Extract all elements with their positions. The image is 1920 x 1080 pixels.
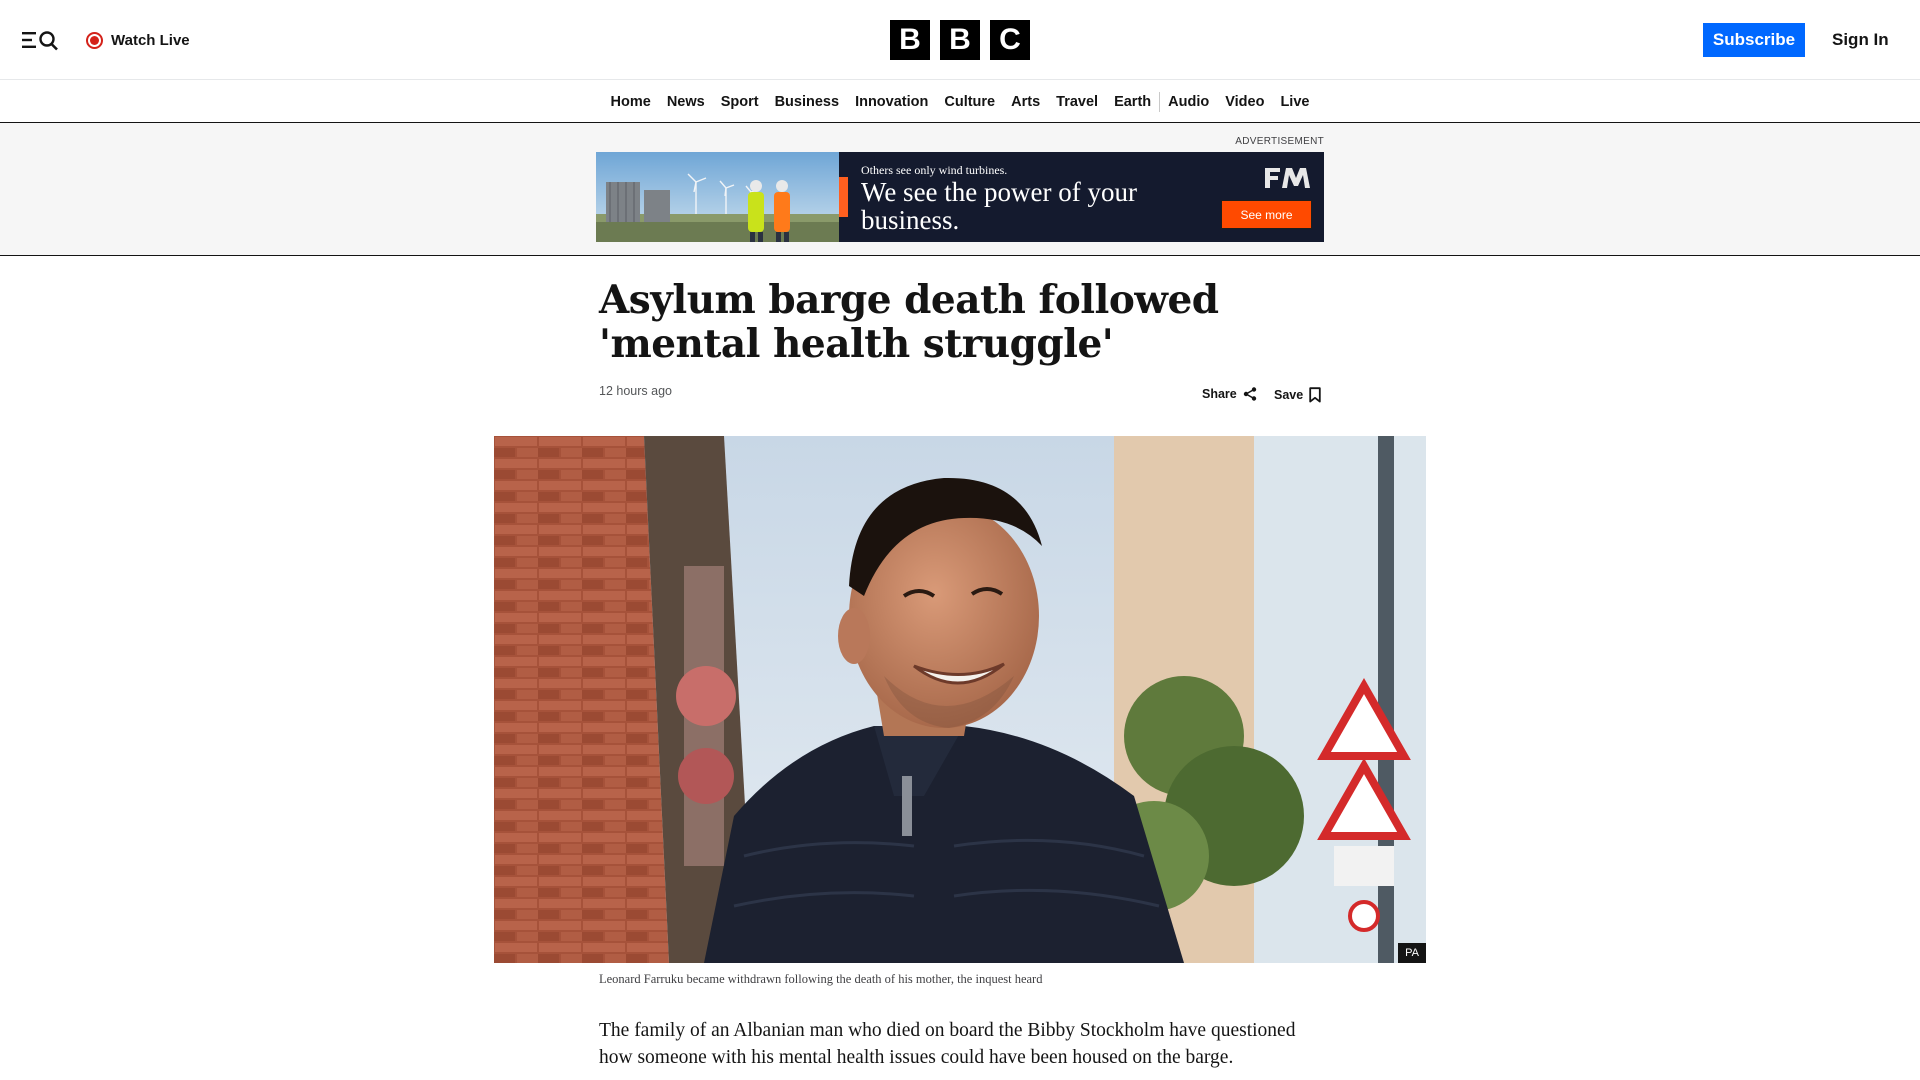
- ad-headline: We see the power of your business.: [861, 177, 1137, 235]
- main-nav: Home News Sport Business Innovation Cult…: [0, 81, 1920, 123]
- nav-item-earth[interactable]: Earth: [1106, 94, 1159, 110]
- ad-small-text: Others see only wind turbines.: [861, 163, 1008, 177]
- bbc-logo[interactable]: B B C: [890, 20, 1030, 60]
- ad-see-more-button[interactable]: See more: [1221, 200, 1312, 229]
- ad-photo: [596, 152, 839, 242]
- live-icon: [86, 31, 103, 49]
- share-icon: [1243, 387, 1256, 401]
- image-caption: Leonard Farruku became withdrawn followi…: [599, 972, 1043, 986]
- nav-item-news[interactable]: News: [659, 94, 713, 110]
- nav-item-culture[interactable]: Culture: [936, 94, 1003, 110]
- logo-letter: B: [940, 20, 980, 60]
- nav-item-home[interactable]: Home: [603, 94, 659, 110]
- save-label: Save: [1274, 388, 1304, 402]
- sign-in-button[interactable]: Sign In: [1832, 23, 1889, 57]
- nav-item-audio[interactable]: Audio: [1160, 94, 1217, 110]
- portrait-photo: [494, 436, 1426, 963]
- nav-item-sport[interactable]: Sport: [713, 94, 767, 110]
- bookmark-icon: [1309, 387, 1321, 403]
- ad-accent-bar: [839, 177, 848, 217]
- image-credit: PA: [1398, 943, 1426, 963]
- article-body-paragraph: The family of an Albanian man who died o…: [599, 1020, 1296, 1068]
- menu-search-icon: [22, 31, 58, 51]
- article-timestamp: 12 hours ago: [599, 384, 672, 398]
- save-button[interactable]: Save: [1274, 387, 1321, 403]
- nav-item-innovation[interactable]: Innovation: [847, 94, 936, 110]
- menu-search-button[interactable]: [20, 26, 62, 54]
- fm-logo-icon: [1265, 168, 1310, 188]
- nav-item-live[interactable]: Live: [1272, 94, 1317, 110]
- top-bar: Watch Live B B C Subscribe Sign In: [0, 0, 1920, 80]
- nav-item-business[interactable]: Business: [767, 94, 847, 110]
- share-label: Share: [1202, 387, 1237, 401]
- nav-item-arts[interactable]: Arts: [1003, 94, 1048, 110]
- share-button[interactable]: Share: [1202, 387, 1257, 401]
- subscribe-button[interactable]: Subscribe: [1703, 23, 1805, 57]
- watch-live-label: Watch Live: [111, 31, 190, 49]
- hero-image: PA: [494, 436, 1426, 963]
- ad-banner[interactable]: Others see only wind turbines. We see th…: [596, 152, 1324, 242]
- nav-item-travel[interactable]: Travel: [1048, 94, 1106, 110]
- ad-label: ADVERTISEMENT: [1235, 136, 1324, 147]
- logo-letter: C: [990, 20, 1030, 60]
- logo-letter: B: [890, 20, 930, 60]
- article-headline: Asylum barge death followed 'mental heal…: [599, 277, 1219, 367]
- nav-item-video[interactable]: Video: [1217, 94, 1272, 110]
- watch-live-link[interactable]: Watch Live: [86, 28, 190, 52]
